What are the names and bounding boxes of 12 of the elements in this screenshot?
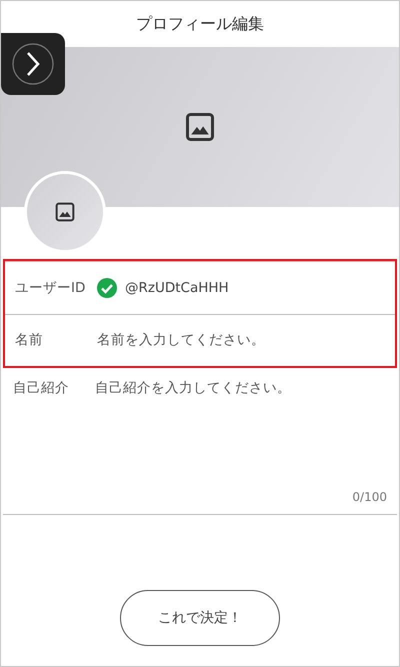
forward-button[interactable]: [1, 33, 65, 95]
field-label: 名前: [15, 331, 44, 350]
screen-title: プロフィール編集: [136, 13, 264, 35]
user-id-value: @RzUDtCaHHH: [125, 278, 229, 298]
field-label: ユーザーID: [15, 278, 86, 298]
character-counter: 0/100: [352, 489, 387, 506]
submit-button[interactable]: これで決定！: [120, 590, 280, 646]
image-icon: [55, 202, 75, 222]
name-field[interactable]: 名前を入力してください。: [97, 330, 385, 351]
field-label: 自己紹介: [13, 379, 70, 398]
image-icon: [185, 112, 215, 142]
chevron-right-icon: [10, 41, 56, 87]
